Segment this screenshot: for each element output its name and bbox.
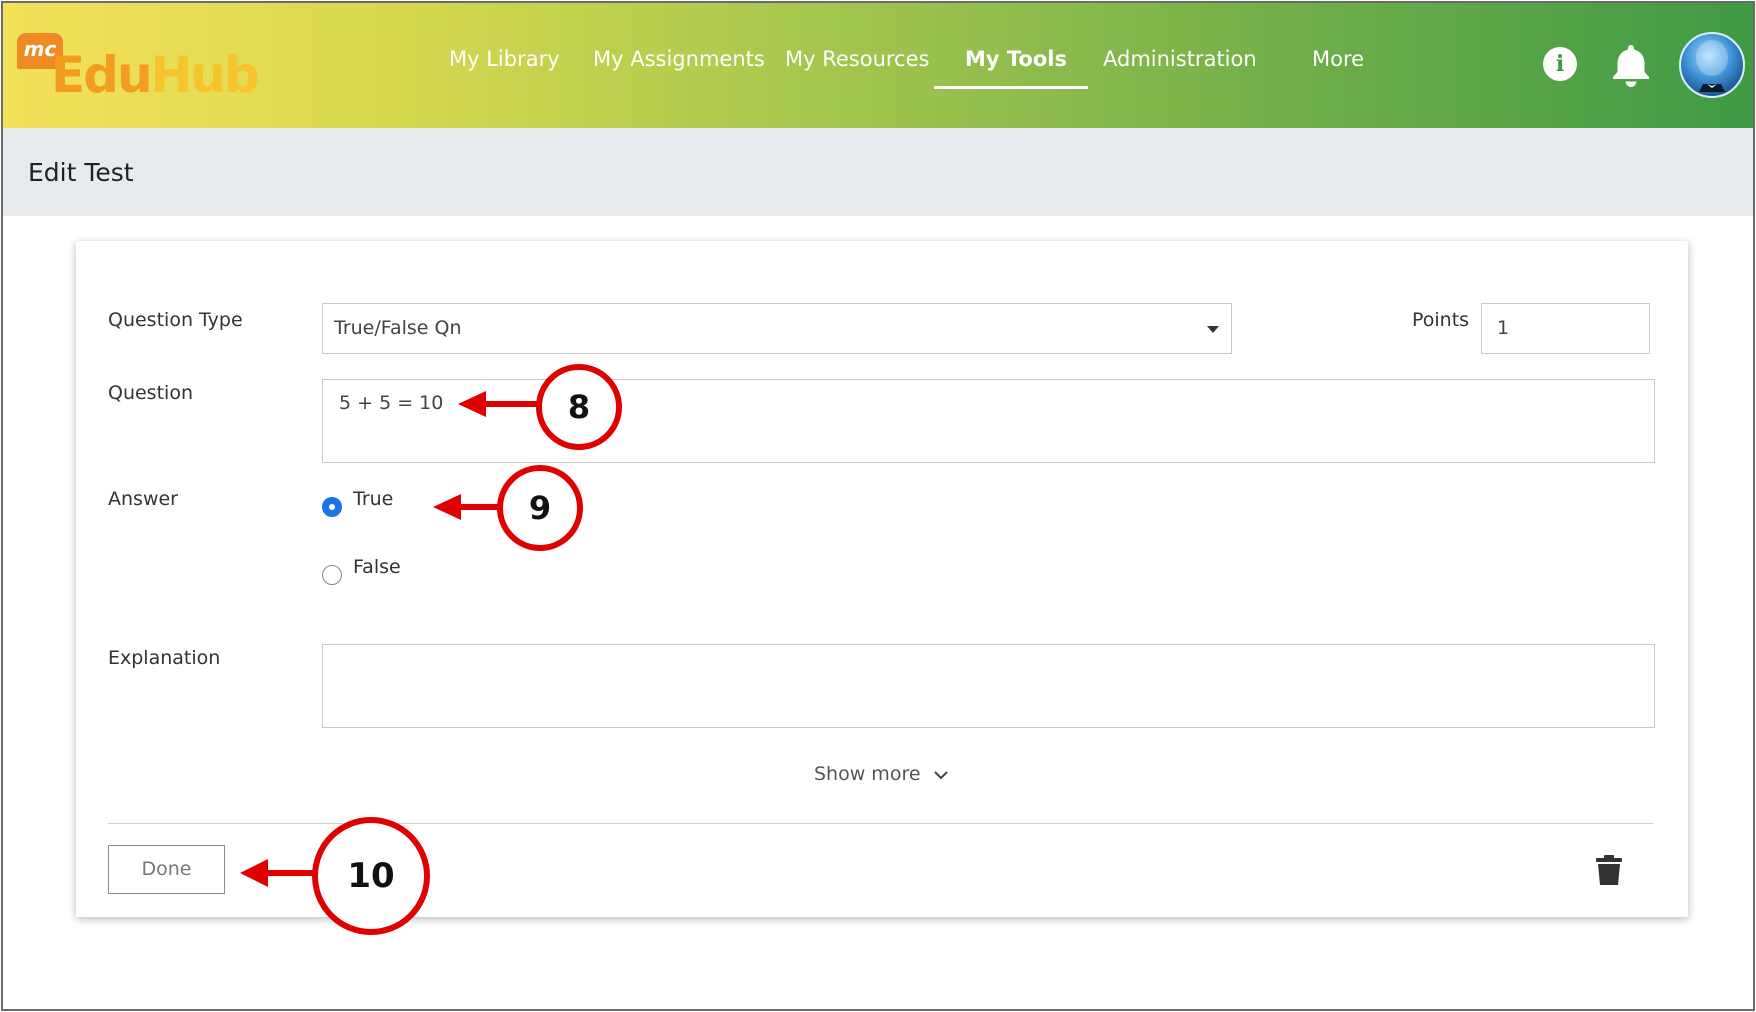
card-divider bbox=[108, 823, 1653, 824]
user-avatar[interactable] bbox=[1679, 32, 1745, 98]
points-value: 1 bbox=[1497, 317, 1510, 339]
dropdown-caret-icon bbox=[1207, 326, 1219, 333]
logo-text-edu: Edu bbox=[51, 46, 153, 104]
trash-icon[interactable] bbox=[1595, 854, 1623, 886]
question-label: Question bbox=[108, 382, 193, 404]
show-more-label: Show more bbox=[814, 763, 921, 785]
callout-9: 9 bbox=[497, 465, 583, 551]
nav-more[interactable]: More bbox=[1312, 47, 1364, 71]
explanation-label: Explanation bbox=[108, 647, 221, 669]
question-editor-card: Question Type True/False Qn Points 1 Que… bbox=[76, 241, 1688, 917]
top-navigation-bar: mc EduHub My Library My Assignments My R… bbox=[3, 3, 1753, 128]
question-type-select[interactable]: True/False Qn bbox=[322, 303, 1232, 354]
active-tab-indicator bbox=[934, 86, 1088, 89]
nav-administration[interactable]: Administration bbox=[1103, 47, 1257, 71]
bell-icon[interactable] bbox=[1609, 41, 1653, 89]
nav-my-library[interactable]: My Library bbox=[449, 47, 560, 71]
points-label: Points bbox=[1412, 309, 1470, 331]
callout-8-arrow bbox=[458, 391, 540, 417]
explanation-input[interactable] bbox=[322, 644, 1655, 728]
callout-8: 8 bbox=[536, 364, 622, 450]
nav-my-tools[interactable]: My Tools bbox=[965, 47, 1067, 71]
callout-9-arrow bbox=[433, 494, 503, 520]
page-header: Edit Test bbox=[3, 128, 1753, 216]
logo-text-hub: Hub bbox=[150, 46, 260, 104]
question-type-value: True/False Qn bbox=[334, 317, 462, 339]
callout-10-arrow bbox=[240, 859, 316, 887]
info-icon[interactable]: i bbox=[1543, 47, 1577, 81]
callout-10: 10 bbox=[312, 817, 430, 935]
answer-false-label[interactable]: False bbox=[353, 556, 401, 578]
answer-true-radio[interactable] bbox=[322, 497, 342, 517]
answer-label: Answer bbox=[108, 488, 178, 510]
nav-my-assignments[interactable]: My Assignments bbox=[593, 47, 765, 71]
show-more-toggle[interactable]: Show more bbox=[814, 763, 949, 785]
chevron-down-icon bbox=[933, 770, 948, 779]
answer-true-label[interactable]: True bbox=[353, 488, 393, 510]
question-type-label: Question Type bbox=[108, 309, 243, 331]
done-button[interactable]: Done bbox=[108, 845, 225, 894]
answer-false-radio[interactable] bbox=[322, 565, 342, 585]
avatar-figure-icon bbox=[1696, 40, 1728, 92]
points-input[interactable]: 1 bbox=[1481, 303, 1650, 354]
nav-my-resources[interactable]: My Resources bbox=[785, 47, 929, 71]
question-value: 5 + 5 = 10 bbox=[339, 392, 444, 414]
page-title: Edit Test bbox=[28, 158, 134, 187]
eduhub-logo[interactable]: mc EduHub bbox=[17, 31, 267, 111]
app-window: mc EduHub My Library My Assignments My R… bbox=[1, 1, 1755, 1011]
logo-text: EduHub bbox=[51, 45, 260, 105]
